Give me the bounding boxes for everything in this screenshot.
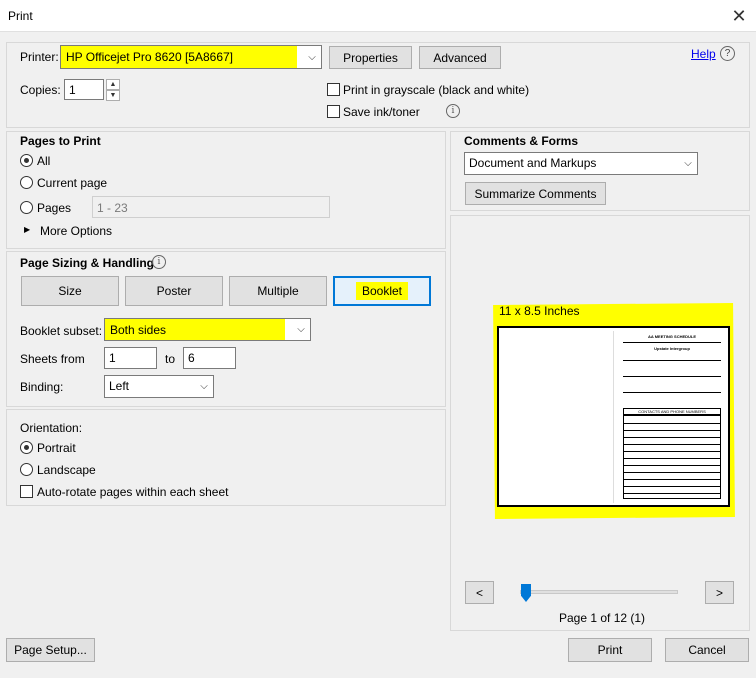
preview-table-row-line — [624, 430, 720, 431]
sheets-from-label: Sheets from — [20, 352, 85, 366]
sheets-from-input[interactable]: 1 — [104, 347, 157, 369]
orientation-heading: Orientation: — [20, 421, 83, 435]
binding-label: Binding: — [20, 380, 64, 394]
expand-triangle-icon[interactable]: ▶ — [24, 225, 30, 234]
binding-select[interactable]: Left ⌵ — [104, 375, 214, 398]
save-ink-checkbox[interactable] — [327, 105, 340, 118]
preview-table-row-line — [624, 444, 720, 445]
binding-value: Left — [109, 379, 130, 393]
poster-button[interactable]: Poster — [125, 276, 223, 306]
preview-size-label: 11 x 8.5 Inches — [499, 304, 580, 318]
save-ink-info-icon[interactable]: i — [446, 104, 460, 118]
autorotate-checkbox[interactable] — [20, 485, 33, 498]
summarize-comments-button[interactable]: Summarize Comments — [465, 182, 606, 205]
to-label: to — [165, 352, 176, 366]
preview-table-row-line — [624, 479, 720, 480]
printer-select[interactable]: HP Officejet Pro 8620 [5A8667] ⌵ — [60, 45, 322, 69]
all-radio[interactable] — [20, 154, 33, 167]
preview-sheet: AA MEETING SCHEDULE Upstate Intergroup C… — [497, 326, 730, 507]
cancel-button[interactable]: Cancel — [665, 638, 749, 662]
preview-doc-subtitle: Upstate Intergroup — [654, 346, 690, 351]
pages-radio[interactable] — [20, 201, 33, 214]
comments-select[interactable]: Document and Markups ⌵ — [464, 152, 698, 175]
preview-table-row-line — [624, 458, 720, 459]
copies-up-icon[interactable]: ▲ — [106, 79, 120, 90]
grayscale-checkbox[interactable] — [327, 83, 340, 96]
comments-heading: Comments & Forms — [464, 134, 579, 148]
booklet-subset-label: Booklet subset: — [20, 324, 103, 338]
preview-page-status: Page 1 of 12 (1) — [559, 611, 646, 625]
preview-contacts-table — [623, 415, 721, 499]
chevron-down-icon: ⌵ — [308, 51, 316, 63]
properties-button[interactable]: Properties — [329, 46, 412, 69]
size-button[interactable]: Size — [21, 276, 119, 306]
page-setup-button[interactable]: Page Setup... — [6, 638, 95, 662]
preview-slider-track[interactable] — [520, 584, 678, 602]
preview-table-row-line — [624, 437, 720, 438]
doc-rule — [623, 376, 721, 377]
copies-label: Copies: — [20, 83, 61, 97]
pages-heading: Pages to Print — [20, 134, 101, 148]
booklet-label: Booklet — [355, 282, 409, 300]
pages-label: Pages — [37, 201, 72, 215]
portrait-label: Portrait — [37, 441, 76, 455]
landscape-radio[interactable] — [20, 463, 33, 476]
booklet-button[interactable]: Booklet — [333, 276, 431, 306]
printer-value: HP Officejet Pro 8620 [5A8667] — [66, 50, 233, 64]
copies-down-icon[interactable]: ▼ — [106, 90, 120, 101]
more-options-label[interactable]: More Options — [40, 224, 112, 238]
landscape-label: Landscape — [37, 463, 96, 477]
preview-table-row-line — [624, 472, 720, 473]
doc-rule — [623, 392, 721, 393]
help-icon[interactable]: ? — [720, 46, 735, 61]
grayscale-label: Print in grayscale (black and white) — [343, 83, 530, 97]
copies-input[interactable]: 1 — [64, 79, 104, 100]
preview-left-page — [502, 331, 614, 503]
preview-table-row-line — [624, 423, 720, 424]
sizing-info-icon[interactable]: i — [152, 255, 166, 269]
save-ink-label: Save ink/toner — [343, 105, 420, 119]
booklet-subset-select[interactable]: Both sides ⌵ — [104, 318, 311, 341]
close-icon[interactable]: ✕ — [722, 0, 756, 32]
preview-next-button[interactable]: > — [705, 581, 734, 604]
portrait-radio[interactable] — [20, 441, 33, 454]
comments-value: Document and Markups — [469, 156, 597, 170]
print-button[interactable]: Print — [568, 638, 652, 662]
pages-range-input[interactable]: 1 - 23 — [92, 196, 330, 218]
advanced-button[interactable]: Advanced — [419, 46, 501, 69]
preview-table-row-line — [624, 486, 720, 487]
preview-doc-title: AA MEETING SCHEDULE — [647, 334, 697, 339]
preview-table-row-line — [624, 493, 720, 494]
preview-table-row-line — [624, 451, 720, 452]
autorotate-label: Auto-rotate pages within each sheet — [37, 485, 229, 499]
all-label: All — [37, 154, 51, 168]
current-page-radio[interactable] — [20, 176, 33, 189]
current-page-label: Current page — [37, 176, 108, 190]
help-link[interactable]: Help — [691, 47, 716, 61]
doc-rule — [623, 342, 721, 343]
booklet-subset-value: Both sides — [110, 323, 167, 337]
preview-table-row-line — [624, 465, 720, 466]
window-title: Print — [8, 9, 33, 23]
doc-rule — [623, 360, 721, 361]
preview-prev-button[interactable]: < — [465, 581, 494, 604]
chevron-down-icon: ⌵ — [684, 158, 692, 169]
title-bar: Print ✕ — [0, 0, 756, 32]
multiple-button[interactable]: Multiple — [229, 276, 327, 306]
chevron-down-icon: ⌵ — [297, 324, 305, 335]
chevron-down-icon: ⌵ — [200, 381, 208, 392]
preview-doc-section: CONTACTS AND PHONE NUMBERS — [623, 408, 721, 415]
sheets-to-input[interactable]: 6 — [183, 347, 236, 369]
sizing-heading: Page Sizing & Handling — [20, 256, 155, 270]
printer-label: Printer: — [20, 50, 59, 64]
